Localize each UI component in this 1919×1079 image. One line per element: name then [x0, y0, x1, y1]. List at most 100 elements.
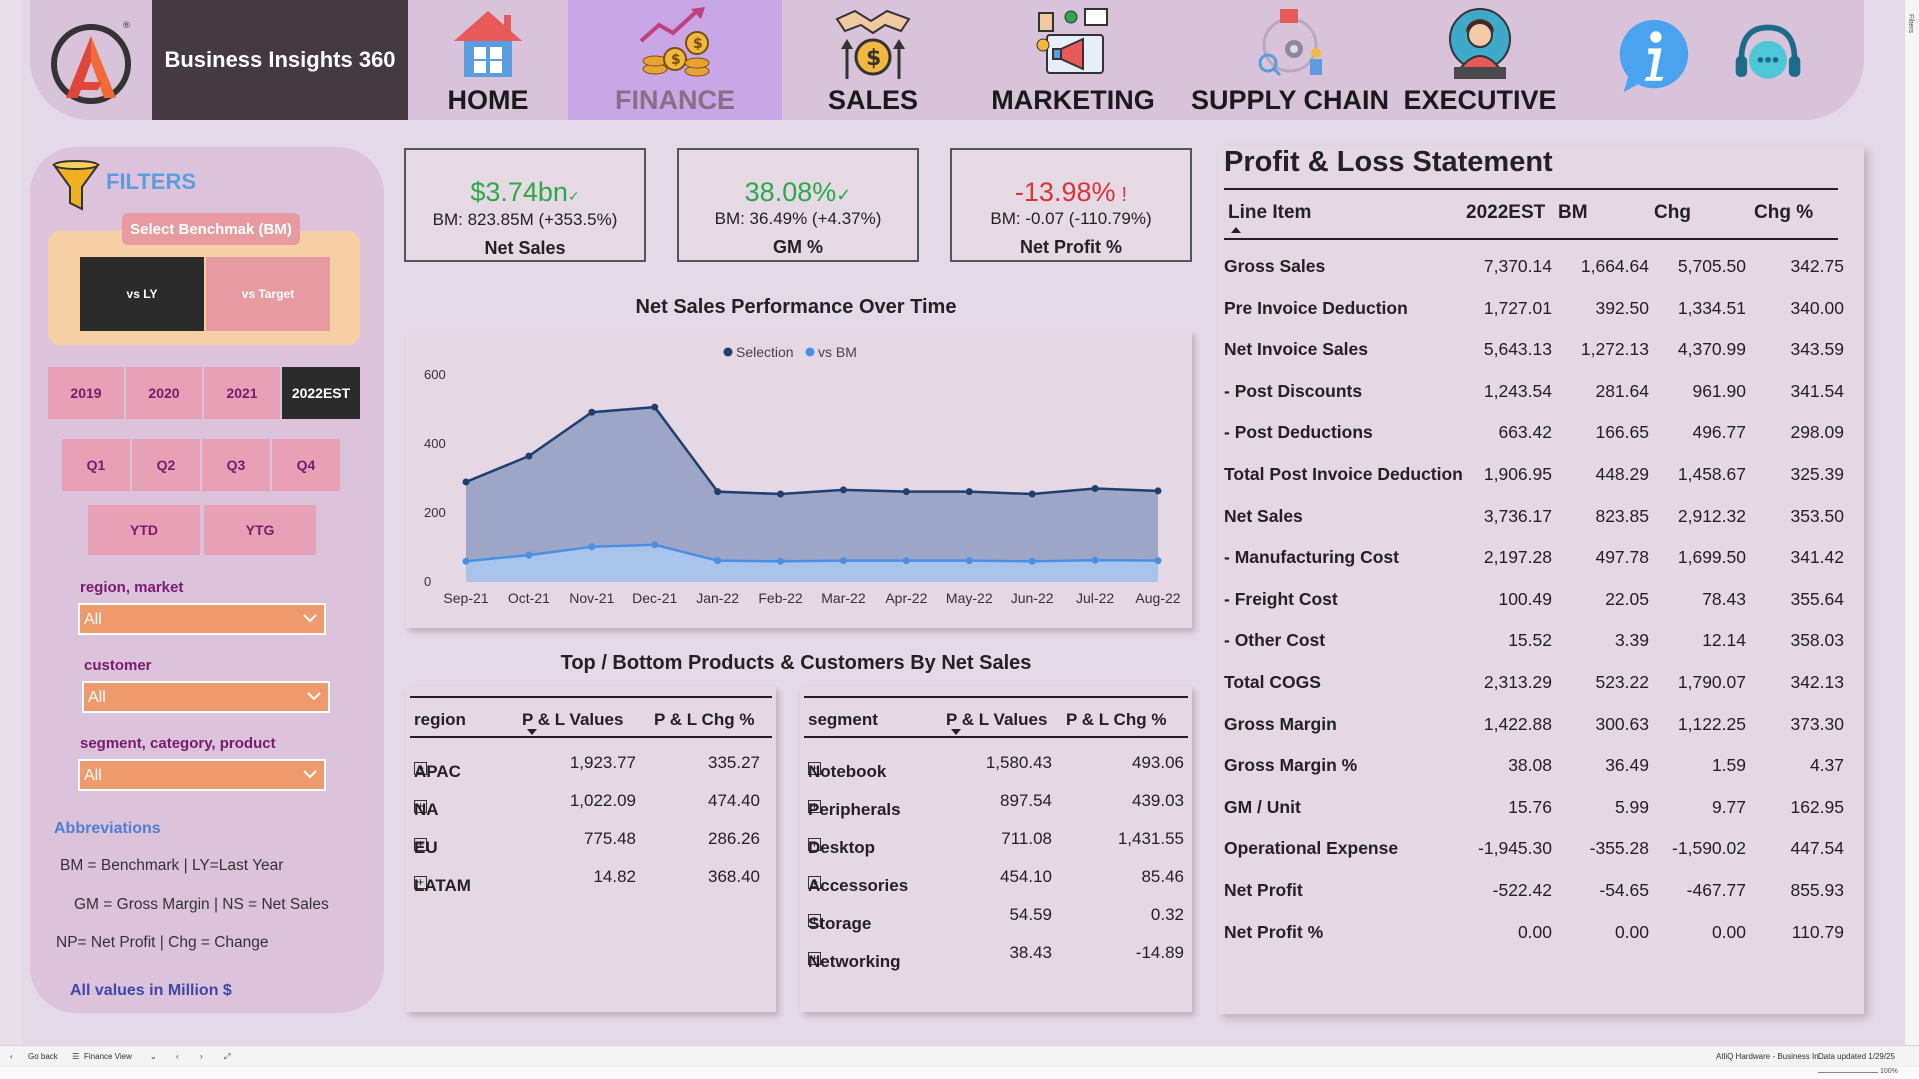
- header-segment[interactable]: segment: [808, 710, 878, 730]
- table-row[interactable]: + Notebook 1,580.43 493.06: [804, 744, 1188, 782]
- abbreviation-line: NP= Net Profit | Chg = Change: [56, 934, 269, 951]
- pl-value: 22.05: [1605, 588, 1649, 609]
- pl-value: 1.59: [1711, 755, 1746, 776]
- header-region[interactable]: region: [414, 710, 466, 730]
- table-row[interactable]: + Networking 38.43 -14.89: [804, 934, 1188, 972]
- benchmark-vs-ly[interactable]: vs LY: [80, 257, 204, 331]
- zoom-slider[interactable]: [1818, 1072, 1878, 1073]
- period-ytg[interactable]: YTG: [204, 505, 316, 555]
- pl-row[interactable]: Operational Expense -1,945.30 -355.28 -1,59…: [1224, 828, 1844, 870]
- pl-value: 2,197.28: [1483, 547, 1552, 568]
- pl-row[interactable]: GM / Unit 15.76 5.99 9.77 162.95: [1224, 787, 1844, 829]
- chart-title: Net Sales Performance Over Time: [635, 296, 957, 318]
- pl-row[interactable]: Gross Sales 7,370.14 1,664.64 5,705.50 342.7…: [1224, 246, 1844, 288]
- customer-dropdown[interactable]: All: [82, 681, 330, 713]
- table-row[interactable]: + APAC 1,923.77 335.27: [410, 744, 772, 782]
- pl-row[interactable]: - Other Cost 15.52 3.39 12.14 358.03: [1224, 620, 1844, 662]
- pl-line-item: Net Invoice Sales: [1224, 339, 1368, 360]
- table-row[interactable]: + Desktop 711.08 1,431.55: [804, 820, 1188, 858]
- pl-row[interactable]: - Freight Cost 100.49 22.05 78.43 355.64: [1224, 579, 1844, 621]
- quarter-q3[interactable]: Q3: [202, 439, 270, 491]
- year-2020[interactable]: 2020: [126, 367, 202, 419]
- nav-executive[interactable]: EXECUTIVE: [1400, 0, 1560, 120]
- row-label-text: Storage: [808, 914, 872, 933]
- header-2022est[interactable]: 2022EST: [1466, 202, 1545, 224]
- net-sales-chart[interactable]: 0 200 400 600 Sep-21 Oct-21 Nov-21 Dec-21 Jan-22…: [406, 330, 1192, 628]
- next-page-button[interactable]: ›: [200, 1052, 203, 1061]
- quarter-q2[interactable]: Q2: [132, 439, 200, 491]
- year-2021[interactable]: 2021: [204, 367, 280, 419]
- header-pl-values[interactable]: P & L Values: [522, 710, 623, 730]
- pl-row[interactable]: Gross Margin % 38.08 36.49 1.59 4.37: [1224, 745, 1844, 787]
- page-selector[interactable]: Finance View: [84, 1052, 132, 1061]
- table-row[interactable]: + Peripherals 897.54 439.03: [804, 782, 1188, 820]
- header-chg-percent[interactable]: Chg %: [1754, 202, 1813, 224]
- support-chat-icon[interactable]: [1730, 18, 1806, 94]
- year-2022est[interactable]: 2022EST: [282, 367, 360, 419]
- kpi-net-sales[interactable]: $3.74bn✓ BM: 823.85M (+353.5%) Net Sales: [404, 148, 646, 262]
- chevron-down-icon[interactable]: ⌄: [150, 1052, 157, 1061]
- expand-icon[interactable]: ⤢: [224, 1052, 230, 1062]
- table-row[interactable]: + Accessories 454.10 85.46: [804, 858, 1188, 896]
- data-point: [462, 478, 470, 486]
- quarter-q1[interactable]: Q1: [62, 439, 130, 491]
- filters-side-pane[interactable]: Filters: [1904, 0, 1919, 1045]
- year-2019[interactable]: 2019: [48, 367, 124, 419]
- benchmark-vs-target[interactable]: vs Target: [206, 257, 330, 331]
- data-point: [525, 551, 533, 559]
- pl-row[interactable]: Total Post Invoice Deduction 1,906.95 448.…: [1224, 454, 1844, 496]
- nav-marketing[interactable]: MARKETING: [978, 0, 1168, 120]
- pl-value: 0.00: [1711, 921, 1746, 942]
- pl-row[interactable]: Total COGS 2,313.29 523.22 1,790.07 342.13: [1224, 662, 1844, 704]
- period-ytd[interactable]: YTD: [88, 505, 200, 555]
- x-tick-label: May-22: [946, 590, 993, 606]
- nav-finance[interactable]: $ $ FINANCE: [568, 0, 782, 120]
- table-row[interactable]: + LATAM 14.82 368.40: [410, 858, 772, 896]
- legend-label: vs BM: [818, 344, 857, 360]
- kpi-net-profit-percent[interactable]: -13.98%! BM: -0.07 (-110.79%) Net Profit…: [950, 148, 1192, 262]
- back-chevron-icon[interactable]: ‹: [10, 1052, 13, 1061]
- segment-dropdown[interactable]: All: [78, 759, 326, 791]
- report-file-name: AtliQ Hardware - Business In...: [1716, 1052, 1826, 1061]
- table-row[interactable]: + Storage 54.59 0.32: [804, 896, 1188, 934]
- pl-row[interactable]: - Post Deductions 663.42 166.65 496.77 298.0…: [1224, 412, 1844, 454]
- data-point: [714, 488, 722, 496]
- pl-row[interactable]: Net Profit -522.42 -54.65 -467.77 855.93: [1224, 870, 1844, 912]
- header-pl-values[interactable]: P & L Values: [946, 710, 1047, 730]
- region-dropdown[interactable]: All: [78, 603, 326, 635]
- x-tick-label: Feb-22: [758, 590, 803, 606]
- table-row[interactable]: + NA 1,022.09 474.40: [410, 782, 772, 820]
- x-tick-label: Apr-22: [885, 590, 927, 606]
- pl-row[interactable]: Net Sales 3,736.17 823.85 2,912.32 353.50: [1224, 496, 1844, 538]
- header-chg[interactable]: Chg: [1654, 202, 1691, 224]
- nav-home[interactable]: HOME: [408, 0, 568, 120]
- nav-supply-chain[interactable]: SUPPLY CHAIN: [1190, 0, 1390, 120]
- kpi-gm-percent[interactable]: 38.08%✓ BM: 36.49% (+4.37%) GM %: [677, 148, 919, 262]
- row-label-text: LATAM: [414, 876, 471, 895]
- header-bm[interactable]: BM: [1558, 202, 1588, 224]
- pl-value: 166.65: [1595, 422, 1649, 443]
- quarter-q4[interactable]: Q4: [272, 439, 340, 491]
- header-pl-chg[interactable]: P & L Chg %: [654, 710, 754, 730]
- header-pl-chg[interactable]: P & L Chg %: [1066, 710, 1166, 730]
- pl-value: 15.52: [1508, 630, 1552, 651]
- nav-sales[interactable]: $ SALES: [782, 0, 964, 120]
- header-line-item[interactable]: Line Item: [1228, 202, 1311, 224]
- pl-row[interactable]: Net Invoice Sales 5,643.13 1,272.13 4,370.9…: [1224, 329, 1844, 371]
- table-row[interactable]: + EU 775.48 286.26: [410, 820, 772, 858]
- row-label-text: Desktop: [808, 838, 876, 857]
- sort-asc-icon: [1231, 227, 1241, 233]
- info-icon[interactable]: [1616, 18, 1692, 94]
- pl-value: 2,912.32: [1677, 505, 1746, 526]
- pl-row[interactable]: - Post Discounts 1,243.54 281.64 961.90 341.…: [1224, 371, 1844, 413]
- chart-svg: 0 200 400 600 Sep-21 Oct-21 Nov-21 Dec-21 Jan-22…: [424, 344, 1181, 606]
- pl-row[interactable]: Gross Margin 1,422.88 300.63 1,122.25 373.30: [1224, 704, 1844, 746]
- pl-row[interactable]: - Manufacturing Cost 2,197.28 497.78 1,699.…: [1224, 537, 1844, 579]
- check-icon: ✓: [836, 185, 852, 205]
- nav-label: HOME: [447, 85, 529, 115]
- y-tick-label: 600: [424, 367, 446, 382]
- pl-row[interactable]: Net Profit % 0.00 0.00 0.00 110.79: [1224, 912, 1844, 954]
- prev-page-button[interactable]: ‹: [176, 1052, 179, 1061]
- go-back-button[interactable]: Go back: [28, 1052, 58, 1061]
- pl-row[interactable]: Pre Invoice Deduction 1,727.01 392.50 1,334…: [1224, 288, 1844, 330]
